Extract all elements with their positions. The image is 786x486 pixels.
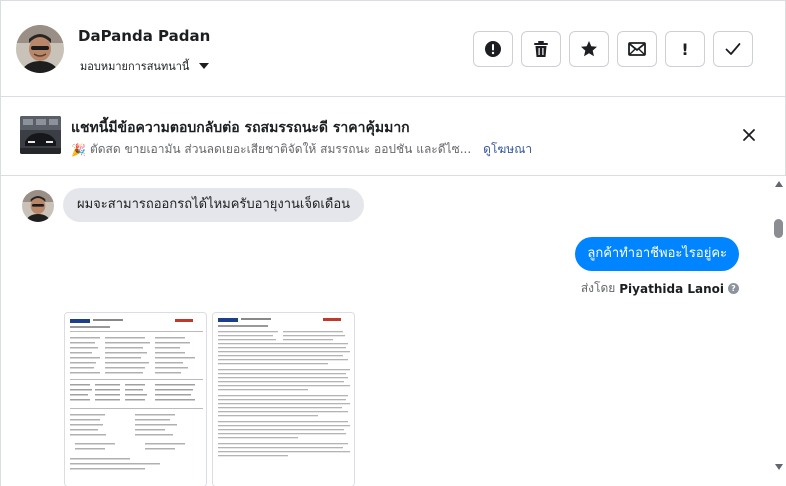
close-ad-button[interactable] <box>740 126 758 144</box>
ad-context-banner: แชทนี้มีข้อความตอบกลับต่อ รถสมรรถนะดี รา… <box>1 97 786 176</box>
header-actions: ! <box>473 31 753 67</box>
conversation-header: DaPanda Padan มอบหมายการสนทนานี้ ! <box>1 1 786 97</box>
sender-name: Piyathida Lanoi <box>619 281 724 296</box>
sent-by-prefix: ส่งโดย <box>580 281 616 295</box>
close-icon <box>743 129 755 141</box>
scroll-down-arrow-icon[interactable] <box>775 464 783 470</box>
ad-subtitle: ตัดสด ขายเอามัน ส่วนลดเยอะเสียชาติจัดให้… <box>89 142 472 156</box>
view-ad-link[interactable]: ดูโฆษณา <box>483 140 532 159</box>
scrollbar-thumb[interactable] <box>774 219 783 238</box>
exclamation-icon: ! <box>681 39 689 59</box>
star-button[interactable] <box>569 31 609 67</box>
scroll-up-arrow-icon[interactable] <box>775 181 783 187</box>
avatar[interactable] <box>22 190 54 222</box>
assign-conversation-dropdown[interactable]: มอบหมายการสนทนานี้ <box>80 57 210 75</box>
help-icon[interactable]: ? <box>728 283 739 294</box>
delete-button[interactable] <box>521 31 561 67</box>
star-icon <box>581 41 597 57</box>
spam-button[interactable] <box>473 31 513 67</box>
mark-unread-button[interactable] <box>617 31 657 67</box>
sent-by-label: ส่งโดย Piyathida Lanoi ? <box>581 279 739 298</box>
avatar[interactable] <box>16 25 64 73</box>
assign-label: มอบหมายการสนทนานี้ <box>80 60 190 73</box>
document-attachment[interactable] <box>212 312 355 486</box>
envelope-icon <box>628 42 646 56</box>
exclamation-circle-icon <box>485 41 501 57</box>
contact-name: DaPanda Padan <box>78 27 211 45</box>
trash-icon <box>534 41 548 57</box>
thread-scrollbar[interactable] <box>771 176 786 486</box>
ad-title: แชทนี้มีข้อความตอบกลับต่อ รถสมรรถนะดี รา… <box>71 120 410 136</box>
ad-thumbnail <box>20 116 61 154</box>
follow-up-button[interactable]: ! <box>665 31 705 67</box>
party-popper-icon: 🎉 <box>71 142 86 157</box>
done-button[interactable] <box>713 31 753 67</box>
document-attachment[interactable] <box>64 312 207 486</box>
checkmark-icon <box>725 43 741 55</box>
outgoing-message-bubble: ลูกค้าทำอาชีพอะไรอยู่คะ <box>575 237 739 271</box>
incoming-message-bubble: ผมจะสามารถออกรถได้ไหมครับอายุงานเจ็ดเดือ… <box>63 188 365 222</box>
inbox-conversation-panel: DaPanda Padan มอบหมายการสนทนานี้ ! แชทนี… <box>0 0 786 486</box>
ad-subtitle-row: 🎉 ตัดสด ขายเอามัน ส่วนลดเยอะเสียชาติจัดใ… <box>71 140 532 159</box>
message-thread: ผมจะสามารถออกรถได้ไหมครับอายุงานเจ็ดเดือ… <box>1 176 771 486</box>
caret-down-icon <box>199 63 210 69</box>
